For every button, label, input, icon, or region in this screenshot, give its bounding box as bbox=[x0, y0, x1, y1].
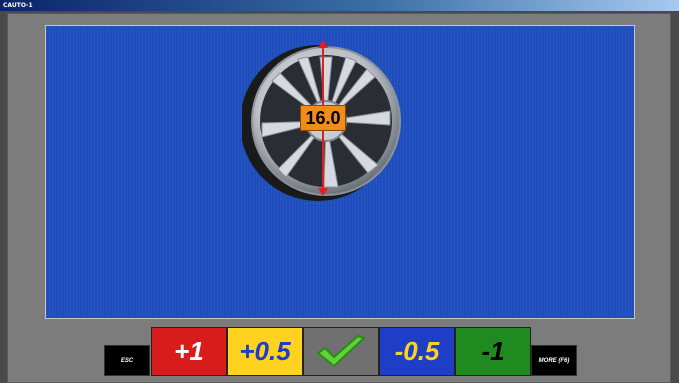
more-button[interactable]: MORE (F6) bbox=[531, 345, 577, 376]
increase-one-button[interactable]: +1 bbox=[151, 327, 227, 376]
more-button-label: MORE (F6) bbox=[538, 357, 570, 364]
esc-button-label: ESC bbox=[120, 357, 134, 364]
decrease-half-label: -0.5 bbox=[394, 336, 440, 366]
rim-size-readout: 16.0 bbox=[300, 105, 346, 131]
window-title: CAUTO-1 bbox=[3, 2, 33, 9]
decrease-one-label: -1 bbox=[481, 336, 505, 366]
arrow-down-icon bbox=[318, 188, 328, 196]
decrease-half-button[interactable]: -0.5 bbox=[379, 327, 455, 376]
increase-half-button[interactable]: +0.5 bbox=[227, 327, 303, 376]
increase-half-label: +0.5 bbox=[239, 336, 291, 366]
esc-button[interactable]: ESC bbox=[104, 345, 150, 376]
confirm-button[interactable] bbox=[303, 327, 379, 376]
increase-one-label: +1 bbox=[174, 336, 204, 366]
decrease-one-button[interactable]: -1 bbox=[455, 327, 531, 376]
arrow-up-icon bbox=[318, 40, 328, 48]
checkmark-icon bbox=[317, 334, 365, 367]
window-titlebar: CAUTO-1 bbox=[0, 0, 679, 11]
